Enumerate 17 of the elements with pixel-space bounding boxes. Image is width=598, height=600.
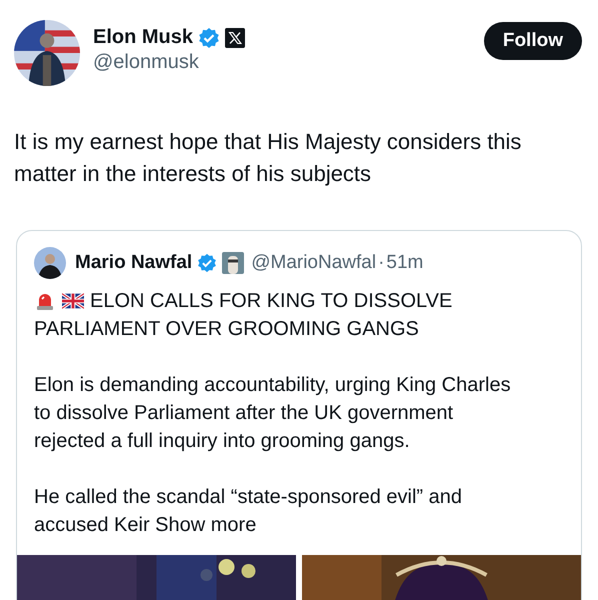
show-more-link[interactable]: Show more [155, 514, 256, 536]
post-text: It is my earnest hope that His Majesty considers this matter in the interests of his subjects [14, 128, 522, 188]
siren-icon [34, 291, 56, 311]
uk-flag-icon [62, 291, 84, 311]
author-handle[interactable]: @elonmusk [93, 51, 246, 74]
headline-line: ELON CALLS FOR KING TO DISSOLVE [90, 289, 452, 314]
avatar-icon[interactable] [34, 247, 66, 279]
separator-dot: · [378, 252, 384, 274]
post-paragraph: He called the scandal “state-sponsored evil” and accused Keir Show more [34, 485, 464, 538]
follow-button[interactable]: Follow [484, 22, 582, 60]
author-name[interactable]: Elon Musk [93, 26, 194, 49]
headline-line: PARLIAMENT OVER GROOMING GANGS [34, 318, 419, 340]
post-time[interactable]: 51m [386, 252, 424, 274]
quoted-post-card[interactable] [16, 230, 582, 600]
author-handle[interactable]: @MarioNawfal [251, 252, 376, 274]
author-name[interactable]: Mario Nawfal [75, 252, 192, 274]
post-paragraph: Elon is demanding accountability, urging King Charles to dissolve Parliament after the UK government rejected a full inquiry into grooming gangs. [34, 373, 512, 454]
